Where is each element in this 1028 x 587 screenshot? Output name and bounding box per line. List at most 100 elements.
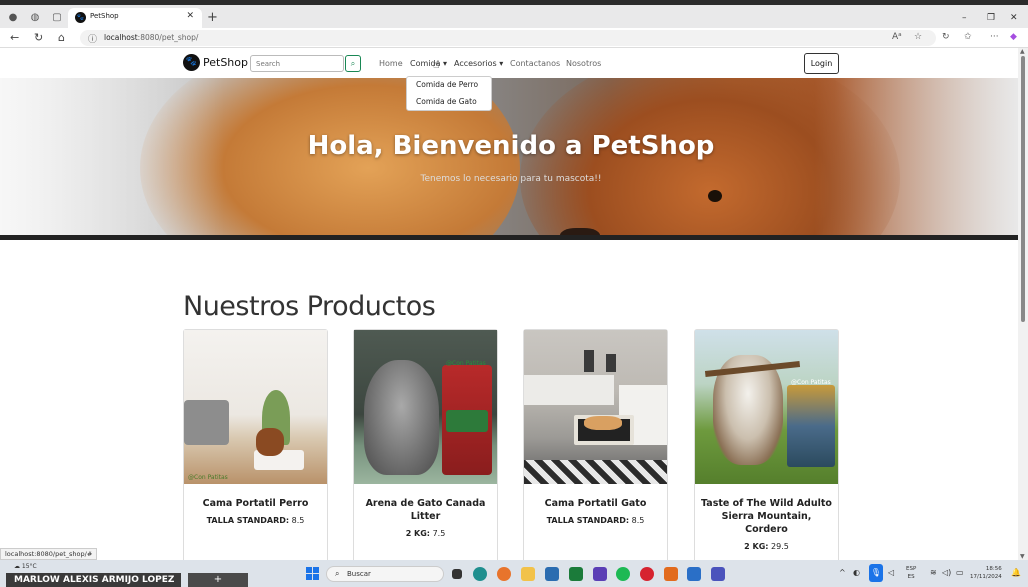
- send-icon[interactable]: ◁: [888, 568, 894, 577]
- watermark: @Con Patitas: [446, 360, 486, 367]
- product-name: Taste of The Wild Adulto Sierra Mountain…: [701, 498, 832, 535]
- dropdown-item-comida-perro[interactable]: Comida de Perro: [416, 80, 478, 89]
- wifi-icon[interactable]: ≋: [930, 568, 937, 577]
- product-name: Arena de Gato Canada Litter: [365, 498, 486, 522]
- start-icon[interactable]: [306, 567, 320, 581]
- task-view-icon[interactable]: [452, 569, 462, 579]
- network-app-icon[interactable]: ◐: [853, 568, 860, 577]
- refresh-icon[interactable]: ↻: [34, 31, 43, 44]
- workspaces-icon[interactable]: ◍: [28, 11, 42, 25]
- copilot-icon[interactable]: ◆: [1010, 32, 1017, 42]
- nav-contactanos[interactable]: Contactanos: [510, 59, 560, 68]
- read-aloud-icon[interactable]: Aᵃ: [892, 32, 902, 42]
- product-price: TALLA STANDARD: 8.5: [190, 516, 321, 525]
- search-icon: ⌕: [350, 59, 356, 68]
- product-price: 2 KG: 29.5: [701, 542, 832, 551]
- restore-icon[interactable]: ❐: [987, 13, 995, 23]
- nav-comida[interactable]: Comida ▾: [410, 59, 447, 68]
- scroll-thumb[interactable]: [1021, 56, 1025, 322]
- refresh-extension-icon[interactable]: ↻: [942, 32, 950, 42]
- clock[interactable]: 18:56 17/11/2024: [970, 565, 1002, 581]
- notification-icon[interactable]: 🔔: [1011, 568, 1021, 577]
- lang-code: ESP: [906, 566, 917, 572]
- xbox-icon[interactable]: [569, 567, 583, 581]
- favorite-star-icon[interactable]: ☆: [914, 32, 922, 42]
- hero-subtitle: Tenemos lo necesario para tu mascota!!: [420, 174, 602, 184]
- nav-accesorios-label: Accesorios: [454, 59, 497, 68]
- browser-tab[interactable]: 🐾 PetShop ✕: [68, 8, 202, 28]
- language-indicator[interactable]: ESP ES: [906, 565, 916, 581]
- search-input[interactable]: [250, 55, 344, 72]
- search-button[interactable]: ⌕: [345, 55, 361, 72]
- profile-icon[interactable]: ●: [6, 11, 20, 25]
- product-card[interactable]: @Con Patitas Arena de Gato Canada Litter…: [353, 329, 498, 560]
- login-button[interactable]: Login: [804, 53, 839, 74]
- product-price: TALLA STANDARD: 8.5: [530, 516, 661, 525]
- comida-dropdown-menu: Comida de Perro Comida de Gato: [406, 76, 492, 111]
- dropdown-item-comida-gato[interactable]: Comida de Gato: [416, 97, 477, 106]
- back-icon[interactable]: ←: [10, 31, 19, 44]
- product-name: Cama Portatil Gato: [544, 498, 647, 509]
- favorites-icon[interactable]: ✩: [964, 32, 972, 42]
- site-info-icon[interactable]: ⓘ: [88, 32, 97, 45]
- page-scrollbar[interactable]: ▲ ▼: [1018, 48, 1028, 560]
- battery-icon[interactable]: ▭: [956, 568, 964, 577]
- price-label: TALLA STANDARD:: [546, 516, 630, 525]
- caret-down-icon: ▾: [496, 59, 504, 68]
- clock-time: 18:56: [985, 566, 1002, 572]
- tab-actions-icon[interactable]: ▢: [50, 11, 64, 25]
- user-banner: MARLOW ALEXIS ARMIJO LOPEZ: [6, 573, 181, 587]
- file-explorer-icon[interactable]: [521, 567, 535, 581]
- taskbar-search[interactable]: ⌕ Buscar: [326, 566, 444, 582]
- url-path: :8080/pet_shop/: [137, 33, 199, 42]
- orange-app-icon[interactable]: [664, 567, 678, 581]
- weather-icon: ☁: [14, 563, 20, 570]
- product-card[interactable]: @Con Patitas Taste of The Wild Adulto Si…: [694, 329, 839, 560]
- mouse-pointer-icon: ☝: [433, 58, 440, 71]
- site-navbar: 🐾 PetShop ⌕ Home Comida ▾ Accesorios ▾ C…: [0, 48, 1018, 78]
- add-icon[interactable]: +: [188, 573, 248, 587]
- watermark: @Con Patitas: [188, 474, 228, 481]
- address-bar: ← ↻ ⌂ ⓘ localhost:8080/pet_shop/ Aᵃ ☆ ↻ …: [0, 28, 1028, 48]
- lang-layout: ES: [907, 574, 915, 580]
- edge-icon[interactable]: [473, 567, 487, 581]
- product-card[interactable]: @Con Patitas Cama Portatil Perro TALLA S…: [183, 329, 328, 560]
- close-window-icon[interactable]: ✕: [1010, 13, 1018, 23]
- notepad-icon[interactable]: [687, 567, 701, 581]
- paw-favicon-icon: 🐾: [75, 12, 86, 23]
- status-url: localhost:8080/pet_shop/#: [0, 548, 98, 560]
- chrome-canary-icon[interactable]: [497, 567, 511, 581]
- nav-home[interactable]: Home: [379, 59, 403, 68]
- tray-chevron-icon[interactable]: ^: [839, 568, 846, 577]
- taskbar-search-label: Buscar: [347, 570, 371, 578]
- price-label: 2 KG:: [744, 542, 769, 551]
- more-menu-icon[interactable]: ···: [990, 32, 999, 42]
- scroll-down-icon[interactable]: ▼: [1020, 553, 1025, 560]
- product-price: 2 KG: 7.5: [360, 529, 491, 538]
- scroll-up-icon[interactable]: ▲: [1020, 48, 1025, 55]
- browser-tab-bar: ● ◍ ▢ 🐾 PetShop ✕ + – ❐ ✕: [0, 0, 1028, 28]
- store-icon[interactable]: [545, 567, 559, 581]
- home-icon[interactable]: ⌂: [58, 31, 65, 44]
- paw-logo-icon: 🐾: [183, 54, 200, 71]
- weather-widget[interactable]: ☁ 15°C: [14, 563, 37, 570]
- product-image: [524, 330, 667, 484]
- teams-icon[interactable]: [711, 567, 725, 581]
- minimize-icon[interactable]: –: [962, 13, 967, 23]
- opera-icon[interactable]: [640, 567, 654, 581]
- new-tab-icon[interactable]: +: [207, 10, 218, 25]
- microphone-icon[interactable]: 🎙: [869, 564, 883, 582]
- nav-nosotros[interactable]: Nosotros: [566, 59, 601, 68]
- spotify-icon[interactable]: [616, 567, 630, 581]
- url-field[interactable]: ⓘ localhost:8080/pet_shop/ Aᵃ ☆: [80, 30, 936, 46]
- weather-temp: 15°C: [21, 563, 37, 570]
- price-label: TALLA STANDARD:: [206, 516, 290, 525]
- volume-icon[interactable]: ◁): [942, 568, 951, 577]
- product-card[interactable]: Cama Portatil Gato TALLA STANDARD: 8.5: [523, 329, 668, 560]
- nav-accesorios[interactable]: Accesorios ▾: [454, 59, 503, 68]
- visual-studio-icon[interactable]: [593, 567, 607, 581]
- close-tab-icon[interactable]: ✕: [186, 11, 194, 21]
- price-value: 8.5: [631, 516, 645, 525]
- price-value: 8.5: [291, 516, 305, 525]
- hero-banner: Hola, Bienvenido a PetShop Tenemos lo ne…: [0, 78, 1018, 240]
